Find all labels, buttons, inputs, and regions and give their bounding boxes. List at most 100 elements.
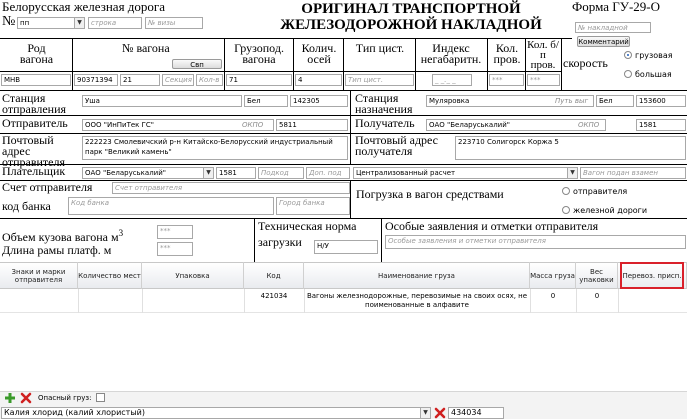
waybill-number-input[interactable]: № накладной [575,22,651,33]
tech-norm-input[interactable]: Н/У [314,240,378,254]
col-axles: Колич. осей [301,41,337,66]
volume-input[interactable]: *** [157,225,193,239]
loading-sender-label: отправителя [573,187,628,196]
loading-railway-label: железной дороги [573,206,648,215]
col-cargo-name[interactable]: Наименование груза [304,262,530,289]
departure-railway-field[interactable]: Бел [244,95,288,107]
replacement-wagon-input[interactable]: Вагон подан взамен [580,167,686,179]
sender-code-field[interactable]: 5811 [276,119,348,131]
sender-address-field[interactable]: 222223 Смолевичский р-н Китайско-Белорус… [82,136,348,160]
col-pack-weight[interactable]: Вес упаковки [576,262,618,289]
capacity-field[interactable]: 71 [226,74,292,86]
kol-bp-input[interactable]: *** [527,74,560,86]
calc-type-select[interactable]: Централизованный расчет ▼ [353,167,578,179]
platform-length-input[interactable]: *** [157,242,193,256]
departure-label: Станция отправления [2,91,67,116]
cell-code[interactable]: 421034 [244,292,304,301]
col-cistern-type: Тип цист. [355,41,405,55]
cistern-type-input[interactable]: Тип цист. [345,74,414,86]
payer-select[interactable]: ОАО "Беларуськалий" ▼ [82,167,214,179]
sender-label: Отправитель [2,116,68,130]
departure-station-field[interactable]: Уша [82,95,242,107]
svp-button[interactable]: Свп [172,59,222,69]
col-mass[interactable]: Масса груза [530,262,576,289]
receiver-address-field[interactable]: 223710 Солигорск Коржа 5 [455,136,686,160]
comment-button[interactable]: Комментарий [577,36,630,47]
cell-mass[interactable]: 0 [530,292,576,301]
dangerous-cargo-label: Опасный груз: [38,394,92,402]
volume-unit-sup: 3 [118,228,124,238]
sender-account-input[interactable]: Счет отправителя [112,182,350,194]
col-code[interactable]: Код [244,262,304,289]
payer-label: Плательщик [2,164,66,178]
chevron-down-icon: ▼ [203,168,213,178]
document-title-line1: ОРИГИНАЛ ТРАНСПОРТНОЙ [301,1,521,17]
col-kol-bp: Кол. б/п пров. [527,39,559,71]
col-packing[interactable]: Упаковка [142,262,244,289]
kol-prov-input[interactable]: *** [489,74,524,86]
volume-label: Объем кузова вагона м3 [2,228,124,244]
col-capacity: Грузопод. вагона [234,41,284,66]
highlight-box [620,262,684,289]
sender-account-label: Счет отправителя [2,180,93,194]
add-icon[interactable] [4,392,16,404]
col-unload-index: Индекс негабаритн. [420,41,482,66]
document-title-line2: ЖЕЛЕЗОДОРОЖНОЙ НАКЛАДНОЙ [280,17,542,33]
destination-railway-field[interactable]: Бел [596,95,634,107]
departure-code-field[interactable]: 142305 [290,95,348,107]
wagon-extra-field[interactable]: 21 [120,74,160,86]
sender-okpo-label: ОКПО [242,121,264,129]
loading-label: Погрузка в вагон средствами [356,187,504,201]
dangerous-cargo-checkbox[interactable] [96,393,105,402]
section-input[interactable]: Секция [162,74,194,86]
cargo-code-field[interactable]: 434034 [448,407,504,419]
count-input[interactable]: Кол-в [196,74,223,86]
speed-fast-radio[interactable] [624,70,632,78]
railway-name: Белорусская железная дорога [2,0,166,14]
col-places[interactable]: Количество мест [78,262,142,289]
visa-input[interactable]: № визы [145,17,203,29]
destination-label: Станция назначения [355,91,413,116]
chevron-down-icon: ▼ [74,18,84,28]
bank-city-input[interactable]: Город банка [276,197,350,215]
number-select[interactable]: пп ▼ [17,17,85,29]
route-placeholder: Путь выг [555,97,589,105]
speed-label: скорость [563,56,608,70]
special-notes-label: Особые заявления и отметки отправителя [385,219,599,233]
cell-pack-weight[interactable]: 0 [576,292,618,301]
receiver-label: Получатель [355,116,415,130]
col-wagon-number: № вагона [122,41,170,55]
receiver-address-label: Почтовый адрес получателя [355,133,439,158]
platform-length-label: Длина рамы платф. м [2,243,112,257]
payer-extra-input[interactable]: Доп. под [306,167,350,179]
speed-fast-label: большая [635,70,672,79]
col-marks[interactable]: Знаки и марки отправителя [0,262,78,289]
col-wagon-kind: Род вагона [19,41,54,66]
form-code: Форма ГУ-29-О [572,0,660,14]
delete-icon[interactable] [20,392,32,404]
row-input[interactable]: строка [88,17,142,29]
chevron-down-icon: ▼ [420,408,430,418]
speed-freight-label: грузовая [635,51,673,60]
axles-field[interactable]: 4 [295,74,342,86]
receiver-okpo-label: ОКПО [578,121,600,129]
loading-sender-radio[interactable] [562,187,570,195]
cell-cargo-name[interactable]: Вагоны железнодорожные, перевозимые на с… [306,292,528,310]
special-notes-input[interactable]: Особые заявления и отметки отправителя [385,235,686,249]
unload-index-input[interactable]: _ _._ _ [432,74,472,86]
payer-subcode-input[interactable]: Подкод [258,167,304,179]
speed-freight-radio[interactable] [624,51,632,59]
col-kol-prov: Кол. пров. [493,41,521,66]
payer-code-field[interactable]: 1581 [216,167,256,179]
clear-icon[interactable] [434,407,446,419]
number-sign: № [2,14,16,29]
bank-code-label: код банка [2,199,51,213]
bank-code-input[interactable]: Код банка [68,197,274,215]
cargo-name-select[interactable]: Калия хлорид (калий хлористый) ▼ [1,407,431,419]
receiver-code-field[interactable]: 1581 [636,119,686,131]
wagon-kind-field[interactable]: МНВ [1,74,71,86]
document-title: ОРИГИНАЛ ТРАНСПОРТНОЙ ЖЕЛЕЗОДОРОЖНОЙ НАК… [256,1,566,33]
wagon-number-field[interactable]: 90371394 [74,74,118,86]
loading-railway-radio[interactable] [562,206,570,214]
destination-code-field[interactable]: 153600 [636,95,686,107]
